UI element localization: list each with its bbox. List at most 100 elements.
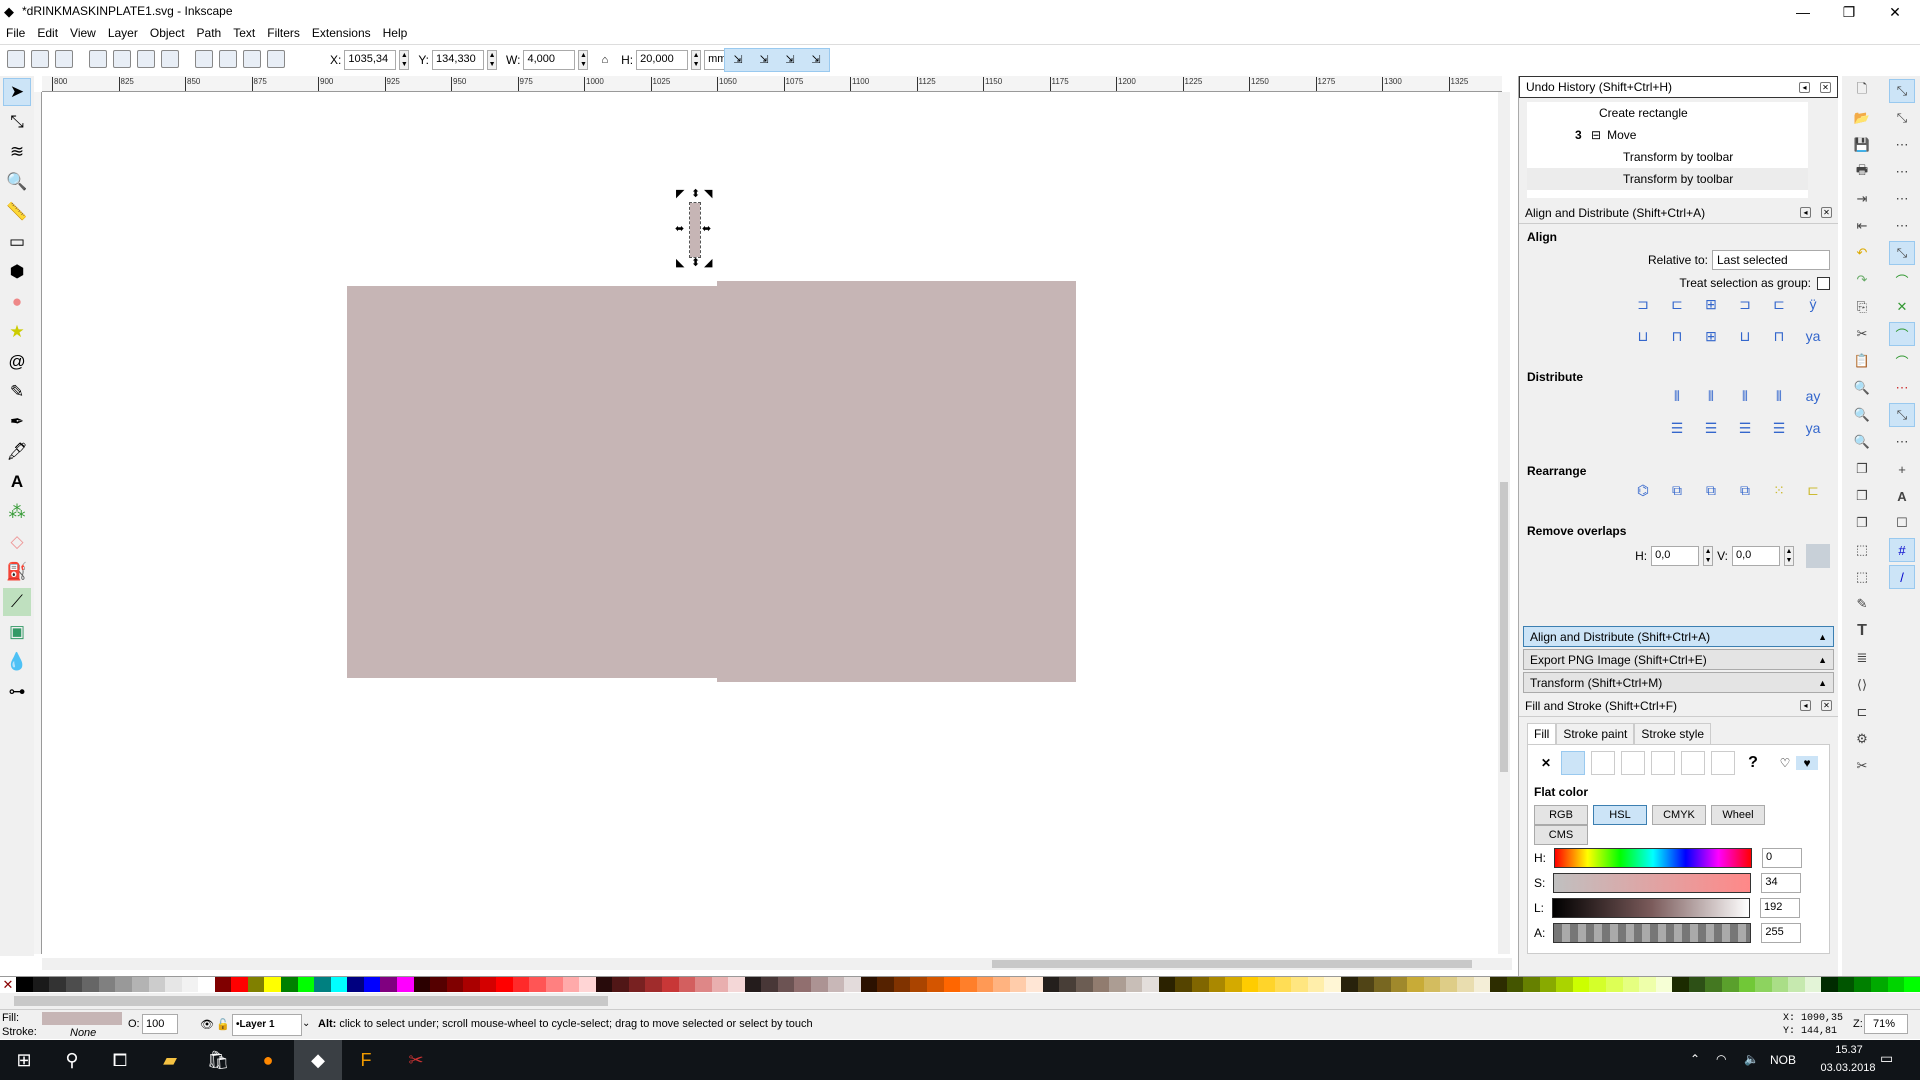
snap-rotation-centers-icon[interactable]: + [1889, 457, 1915, 481]
snap-smooth-nodes-icon[interactable]: ⌒ [1889, 349, 1915, 373]
mode-wheel[interactable]: Wheel [1711, 805, 1765, 825]
task-view-icon[interactable]: ⧠ [96, 1040, 144, 1080]
start-icon[interactable]: ⊞ [0, 1040, 48, 1080]
align-top-edges-icon[interactable]: ⊓ [1665, 328, 1689, 350]
history-item-current[interactable]: Transform by toolbar [1527, 168, 1808, 190]
spray-tool-icon[interactable]: ⁂ [3, 498, 31, 526]
palette-swatch[interactable] [1390, 977, 1408, 992]
canvas[interactable]: ◤ ⬍ ◥ ⬌ ⬌ ◣ ⬍ ◢ [42, 92, 1498, 954]
palette-swatch[interactable] [1191, 977, 1209, 992]
palette-scrollbar[interactable] [0, 993, 1920, 1009]
palette-swatch[interactable] [1589, 977, 1606, 992]
scale-handle-left-icon[interactable]: ⬌ [675, 224, 684, 235]
x-spinner[interactable]: ▲ ▼ [399, 50, 410, 70]
palette-swatch[interactable] [281, 977, 298, 992]
flip-horizontal-icon[interactable] [137, 50, 155, 68]
pattern-icon[interactable] [1651, 751, 1675, 775]
palette-swatch[interactable] [512, 977, 530, 992]
tab-stroke-style[interactable]: Stroke style [1634, 723, 1712, 744]
node-tool-icon[interactable]: ⤡ [3, 108, 31, 136]
palette-swatch[interactable] [1307, 977, 1325, 992]
distribute-baselines-v-icon[interactable]: ya [1801, 420, 1825, 442]
rotate-ccw-icon[interactable] [89, 50, 107, 68]
align-left-edges-icon[interactable]: ⊏ [1665, 296, 1689, 318]
new-document-icon[interactable]: 🗋 [1849, 79, 1875, 103]
palette-swatch[interactable] [1688, 977, 1706, 992]
y-spinner[interactable]: ▲ ▼ [487, 50, 498, 70]
raise-to-top-icon[interactable] [267, 50, 285, 68]
palette-swatch[interactable] [1324, 977, 1341, 992]
palette-swatch[interactable] [1788, 977, 1805, 992]
palette-swatch[interactable] [1871, 977, 1888, 992]
palette-swatch[interactable] [645, 977, 662, 992]
stroke-value[interactable]: None [70, 1027, 96, 1039]
no-paint-icon[interactable]: ✕ [1534, 756, 1558, 770]
snap-intersections-icon[interactable]: ✕ [1889, 295, 1915, 319]
scale-handle-right-icon[interactable]: ⬌ [702, 224, 711, 235]
3d-box-tool-icon[interactable]: ⬢ [3, 258, 31, 286]
text-tool-icon[interactable]: A [3, 468, 31, 496]
fusion-icon[interactable]: F [342, 1040, 390, 1080]
menu-filters[interactable]: Filters [261, 24, 306, 42]
align-bottom-anchor-icon[interactable]: ⊔ [1631, 328, 1655, 350]
l-value-input[interactable]: 192 [1760, 897, 1801, 918]
align-right-edges-icon[interactable]: ⊐ [1733, 296, 1757, 318]
palette-swatch[interactable] [1473, 977, 1491, 992]
export-icon[interactable]: ⇤ [1849, 214, 1875, 238]
palette-swatch[interactable] [744, 977, 762, 992]
palette-swatch[interactable] [496, 977, 513, 992]
tab-stroke-paint[interactable]: Stroke paint [1556, 723, 1635, 744]
palette-swatch[interactable] [976, 977, 994, 992]
exchange-z-order-icon[interactable]: ⧉ [1699, 482, 1723, 504]
palette-swatch[interactable] [396, 977, 414, 992]
palette-swatch[interactable] [148, 977, 166, 992]
tweak-tool-icon[interactable]: ≋ [3, 138, 31, 166]
collapsed-panel-align[interactable]: Align and Distribute (Shift+Ctrl+A) ▲ [1523, 626, 1834, 647]
palette-swatch[interactable] [1059, 977, 1076, 992]
menu-layer[interactable]: Layer [102, 24, 144, 42]
zoom-page-icon[interactable]: 🔍 [1849, 430, 1875, 454]
unclump-icon[interactable]: ⊏ [1801, 482, 1825, 504]
exchange-positions-icon[interactable]: ⧉ [1665, 482, 1689, 504]
center-horizontal-axis-icon[interactable]: ⊞ [1699, 328, 1723, 350]
maximize-button[interactable]: ❐ [1826, 0, 1872, 24]
scale-handle-tl-icon[interactable]: ◤ [676, 189, 684, 200]
h-value-input[interactable]: 0 [1762, 847, 1802, 868]
vertical-scroll-thumb[interactable] [1500, 482, 1508, 772]
scale-handle-top-icon[interactable]: ⬍ [691, 189, 700, 200]
snap-nodes-icon[interactable]: ⤡ [1889, 241, 1915, 265]
palette-swatch[interactable] [1175, 977, 1192, 992]
menu-object[interactable]: Object [144, 24, 191, 42]
palette-swatch[interactable] [198, 977, 215, 992]
palette-swatch[interactable] [1291, 977, 1308, 992]
minimize-button[interactable]: — [1780, 0, 1826, 24]
undo-icon[interactable]: ↶ [1849, 241, 1875, 265]
palette-swatch[interactable] [1572, 977, 1590, 992]
snap-grids-icon[interactable]: # [1889, 538, 1915, 562]
iconify-icon[interactable]: ◂ [1800, 700, 1811, 711]
palette-swatch[interactable] [1639, 977, 1656, 992]
iconify-icon[interactable]: ◂ [1799, 81, 1810, 93]
expand-icon[interactable]: ▲ [1818, 678, 1827, 688]
unlink-clone-icon[interactable]: ❐ [1849, 511, 1875, 535]
align-baseline-text-icon[interactable]: ÿ [1801, 296, 1825, 318]
scale-handle-br-icon[interactable]: ◢ [704, 258, 712, 269]
distribute-baselines-h-icon[interactable]: ay [1801, 388, 1825, 410]
h-spinner[interactable]: ▲ ▼ [691, 50, 702, 70]
palette-swatch[interactable] [628, 977, 646, 992]
palette-swatch[interactable] [893, 977, 911, 992]
palette-swatch[interactable] [16, 977, 33, 992]
snap-cusp-nodes-icon[interactable]: ⌒ [1889, 322, 1915, 346]
palette-swatch[interactable] [877, 977, 894, 992]
import-icon[interactable]: ⇥ [1849, 187, 1875, 211]
center-vertical-axis-icon[interactable]: ⊞ [1699, 296, 1723, 318]
selected-rectangle[interactable] [689, 202, 701, 258]
scale-handle-bottom-icon[interactable]: ⬍ [691, 258, 700, 269]
cut-icon[interactable]: ✂ [1849, 322, 1875, 346]
palette-swatch[interactable] [231, 977, 248, 992]
palette-swatch[interactable] [1092, 977, 1110, 992]
zoom-selection-icon[interactable]: 🔍 [1849, 376, 1875, 400]
file-explorer-icon[interactable]: ▰ [146, 1040, 194, 1080]
palette-swatch[interactable] [1506, 977, 1524, 992]
zoom-tool-icon[interactable]: 🔍 [3, 168, 31, 196]
